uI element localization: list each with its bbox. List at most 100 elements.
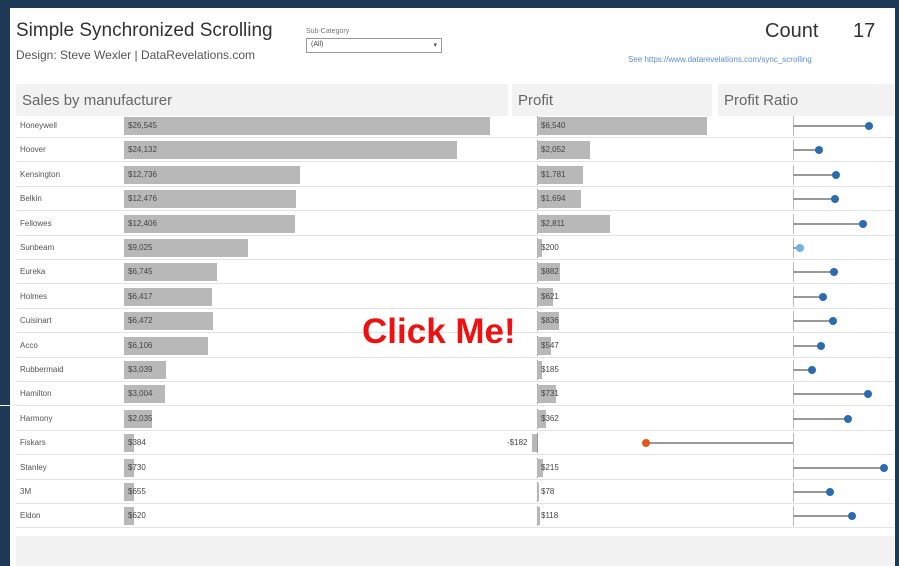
sales-value: $6,417 (128, 291, 153, 301)
manufacturer-label: Cuisinart (20, 316, 52, 326)
sales-value: $12,476 (128, 194, 157, 204)
source-link[interactable]: See https://www.datarevelations.com/sync… (628, 55, 812, 64)
ratio-dot[interactable] (864, 390, 873, 399)
scroll-pane-bottom (16, 536, 894, 566)
profit-value: $6,540 (541, 121, 566, 130)
profit-value: $2,052 (541, 145, 566, 155)
manufacturer-label: Sunbeam (20, 243, 55, 252)
sales-value: $620 (128, 511, 146, 521)
ratio-dot[interactable] (880, 463, 889, 472)
manufacturer-label: Harmony (20, 413, 53, 423)
ratio-dot[interactable] (844, 414, 853, 423)
click-me-label[interactable]: Click Me! (362, 312, 516, 352)
table-row[interactable]: Rubbermaid $3,039 $185 (16, 358, 894, 382)
sales-value: $3,004 (128, 389, 153, 399)
manufacturer-label: Fiskars (20, 438, 46, 448)
sales-value: $6,106 (128, 340, 153, 350)
profit-value: $362 (541, 413, 559, 423)
table-row[interactable]: Eureka $6,745 $882 (16, 260, 894, 285)
ratio-dot[interactable] (865, 122, 874, 130)
ratio-stem (646, 442, 793, 445)
ratio-dot[interactable] (831, 195, 840, 204)
profit-panel-header: Profit (512, 84, 712, 116)
ratio-dot[interactable] (642, 439, 651, 448)
ratio-stem (793, 515, 852, 518)
ratio-dot[interactable] (815, 146, 824, 155)
ratio-dot[interactable] (859, 219, 868, 228)
profit-value: $2,811 (541, 218, 565, 228)
dashboard-subtitle: Design: Steve Wexler | DataRevelations.c… (16, 48, 255, 62)
manufacturer-label: Holmes (20, 291, 48, 301)
sales-value: $730 (128, 462, 146, 472)
profit-value: $78 (541, 487, 555, 496)
row-divider (16, 527, 894, 529)
table-row[interactable]: 3M $655 $78 (16, 480, 894, 504)
table-row[interactable]: Belkin $12,476 $1,694 (16, 187, 894, 212)
ratio-stem (793, 466, 885, 469)
table-row[interactable]: Kensington $12,736 $1,781 (16, 163, 894, 187)
table-row[interactable]: Eldon $620 $118 (16, 504, 894, 529)
profit-value: $200 (541, 243, 559, 252)
ratio-stem (793, 125, 870, 127)
profit-bar[interactable] (537, 483, 540, 501)
table-row[interactable]: Hoover $24,132 $2,052 (16, 138, 894, 163)
sub-category-dropdown[interactable]: (All) ▾ (306, 38, 442, 53)
profit-value: $731 (541, 389, 559, 399)
manufacturer-label: Eureka (20, 267, 46, 277)
chevron-down-icon: ▾ (433, 42, 437, 49)
ratio-dot[interactable] (832, 170, 841, 179)
profit-value: -$182 (507, 438, 528, 448)
ratio-dot[interactable] (829, 268, 838, 277)
ratio-dot[interactable] (828, 317, 837, 326)
sales-value: $6,472 (128, 316, 153, 326)
table-row[interactable]: Fellowes $12,406 $2,811 (16, 212, 894, 236)
table-row[interactable]: Hamilton $3,004 $731 (16, 382, 894, 407)
profit-value: $1,781 (541, 169, 566, 179)
profit-bar[interactable] (532, 434, 537, 453)
table-row[interactable]: Fiskars $384 -$182 (16, 431, 894, 456)
ratio-stem (793, 222, 864, 225)
table-row[interactable]: Stanley $730 $215 (16, 456, 894, 480)
filter-value: (All) (311, 41, 324, 48)
profit-zero-line (537, 433, 538, 454)
profit-value: $621 (541, 291, 559, 301)
profit-value: $215 (541, 462, 559, 472)
manufacturer-label: Kensington (20, 169, 61, 179)
profit-value: $836 (541, 316, 559, 326)
ratio-stem (793, 198, 836, 201)
profit-bar[interactable] (537, 507, 541, 526)
sales-value: $2,035 (128, 413, 153, 423)
table-row[interactable]: Honeywell $26,545 $6,540 (16, 114, 894, 138)
ratio-dot[interactable] (847, 512, 856, 521)
sales-value: $26,545 (128, 121, 157, 130)
sales-bar[interactable] (124, 117, 490, 135)
ratio-stem (793, 393, 869, 396)
ratio-dot[interactable] (795, 244, 804, 252)
profit-value: $882 (541, 267, 559, 277)
ratio-stem (793, 320, 833, 323)
table-row[interactable]: Harmony $2,035 $362 (16, 407, 894, 431)
ratio-dot[interactable] (819, 292, 828, 301)
sales-value: $12,406 (128, 218, 157, 228)
profit-value: $185 (541, 365, 559, 374)
side-connector (0, 405, 10, 406)
filter-label: Sub-Category (306, 28, 350, 35)
dashboard-frame: Simple Synchronized Scrolling Design: St… (10, 8, 895, 566)
ratio-dot[interactable] (807, 366, 816, 374)
manufacturer-label: Acco (20, 340, 38, 350)
count-value: 17 (853, 20, 876, 42)
manufacturer-label: Fellowes (20, 218, 52, 228)
ratio-stem (793, 417, 849, 420)
ratio-dot[interactable] (816, 341, 825, 350)
manufacturer-label: Stanley (20, 462, 47, 472)
profit-value: $118 (541, 511, 559, 521)
ratio-stem (793, 491, 830, 493)
table-row[interactable]: Holmes $6,417 $621 (16, 285, 894, 309)
profit-value: $1,694 (541, 194, 566, 204)
sales-value: $3,039 (128, 365, 153, 374)
table-row[interactable]: Sunbeam $9,025 $200 (16, 236, 894, 260)
ratio-dot[interactable] (825, 488, 834, 496)
sales-bar[interactable] (124, 141, 457, 160)
profit-value: $547 (541, 340, 559, 350)
sales-value: $24,132 (128, 145, 157, 155)
